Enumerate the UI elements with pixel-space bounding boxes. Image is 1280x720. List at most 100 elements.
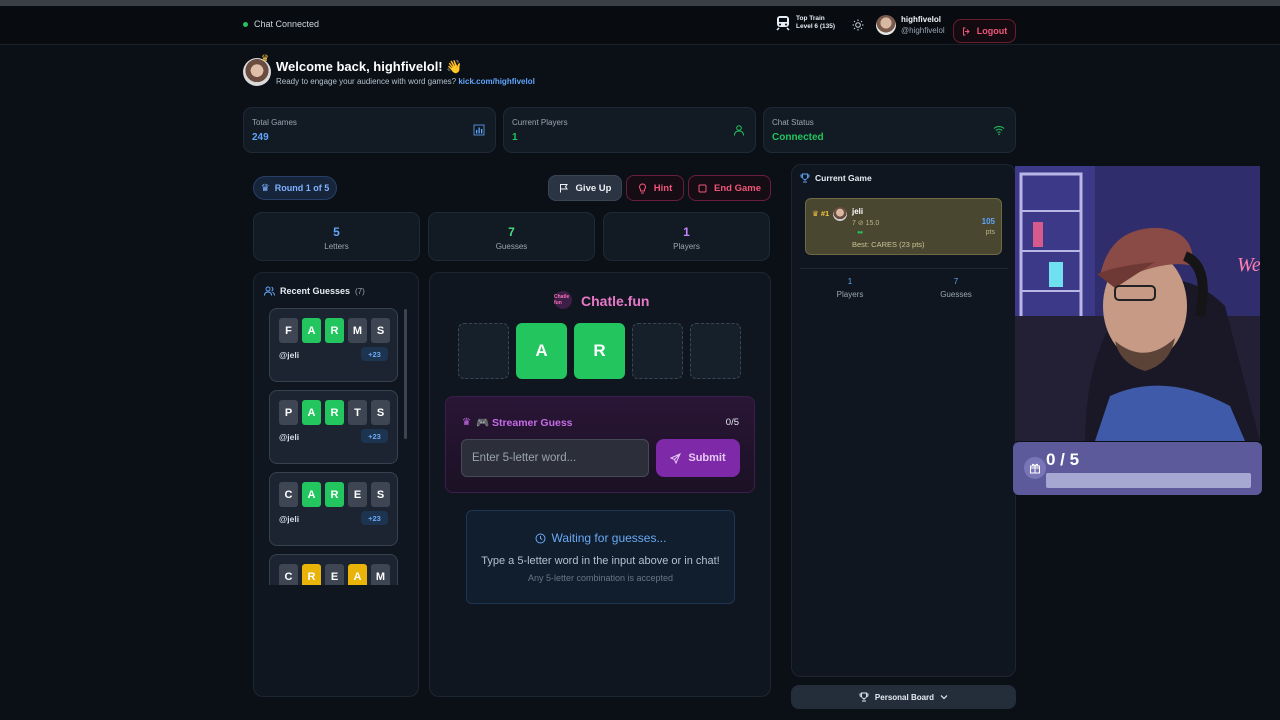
letter-tile: A — [348, 564, 367, 585]
leaderboard-player-card[interactable]: ♛ #1 jeli 7 ⊘ 15.0 ●● Best: CARES (23 pt… — [805, 198, 1002, 255]
stream-goal-overlay: 0 / 5 — [1013, 442, 1262, 495]
letter-tile: F — [279, 318, 298, 343]
player-best-word: Best: CARES (23 pts) — [852, 240, 925, 249]
recent-guesses-count: (7) — [355, 286, 365, 296]
trophy-icon — [859, 692, 869, 702]
chat-status-label: Chat Connected — [254, 19, 320, 29]
players-label: Players — [673, 242, 700, 251]
train-title: Top Train — [796, 15, 825, 22]
guess-card: P A R T S @jeli +23 — [269, 390, 398, 464]
wifi-icon — [993, 125, 1005, 136]
guess-user: @jeli — [279, 432, 300, 442]
letters-label: Letters — [324, 242, 349, 251]
player-stats: 7 ⊘ 15.0 — [852, 220, 880, 227]
letter-tile: T — [348, 400, 367, 425]
player-avatar — [833, 207, 847, 221]
guess-card: C A R E S @jeli +23 — [269, 472, 398, 546]
stat-value: 1 — [512, 132, 518, 143]
guess-tiles: PARTS — [279, 400, 390, 425]
logout-button[interactable]: Logout — [953, 19, 1016, 43]
board-tile: R — [574, 323, 625, 379]
board-tile — [690, 323, 741, 379]
guess-user: @jeli — [279, 350, 300, 360]
hint-button[interactable]: Hint — [626, 175, 684, 201]
players-count-label: Players — [836, 290, 864, 299]
guess-tiles: FARMS — [279, 318, 390, 343]
stat-label: Current Players — [512, 118, 568, 127]
end-game-button[interactable]: End Game — [688, 175, 771, 201]
chat-connection-status: Chat Connected — [243, 19, 319, 29]
streamer-guess-header: ♛ 🎮 Streamer Guess — [462, 416, 573, 429]
brand-title: Chatle.fun — [581, 293, 650, 309]
letter-tile: P — [279, 400, 298, 425]
letters-stat-card: 5 Letters — [253, 212, 420, 261]
gift-icon — [1024, 457, 1046, 479]
letter-tile: A — [302, 318, 321, 343]
players-count: 1 — [847, 277, 853, 286]
crown-icon: ♛ — [462, 417, 471, 428]
train-level: Level 6 (135) — [796, 23, 836, 30]
welcome-subtitle-text: Ready to engage your audience with word … — [276, 77, 457, 86]
letter-tile: C — [279, 482, 298, 507]
player-points-label: pts — [985, 229, 995, 236]
submit-button[interactable]: Submit — [656, 439, 740, 477]
divider — [800, 268, 1008, 269]
theme-toggle-sun-icon[interactable] — [852, 19, 864, 31]
guess-points-badge: +23 — [361, 429, 388, 443]
board-tile — [632, 323, 683, 379]
guesses-count-label: Guesses — [940, 290, 972, 299]
guess-card: F A R M S @jeli +23 — [269, 308, 398, 382]
guess-tiles: CREAM — [279, 564, 390, 585]
give-up-button[interactable]: Give Up — [548, 175, 622, 201]
username: highfivelol — [901, 15, 941, 24]
submit-label: Submit — [688, 452, 726, 464]
round-indicator: ♛ Round 1 of 5 — [253, 176, 337, 200]
streamer-guess-title: 🎮 Streamer Guess — [475, 417, 573, 429]
top-train-badge[interactable]: Top Train Level 6 (135) — [776, 15, 835, 31]
guesses-stat-card: 7 Guesses — [428, 212, 595, 261]
stop-square-icon — [698, 184, 707, 192]
bar-chart-icon — [473, 124, 485, 136]
word-input[interactable] — [461, 439, 649, 477]
user-avatar[interactable] — [876, 15, 896, 35]
board-tile: A — [516, 323, 567, 379]
guess-user: @jeli — [279, 514, 300, 524]
users-icon — [264, 286, 275, 296]
word-board: AR — [458, 323, 741, 379]
recent-guesses-list[interactable]: F A R M S @jeli +23 P A R T S @jeli +23 C A R E S @jeli +23 C… — [266, 308, 404, 585]
crown-icon: ♛ — [260, 182, 270, 194]
stat-value: 249 — [252, 132, 269, 143]
webcam-feed: We — [1015, 166, 1260, 441]
clock-icon — [535, 533, 546, 543]
channel-link[interactable]: kick.com/highfivelol — [458, 77, 534, 86]
letter-tile: R — [325, 400, 344, 425]
guess-card: CREAM@jeli+23 — [269, 554, 398, 585]
player-name: jeli — [852, 207, 864, 216]
goal-progress-bar — [1046, 473, 1251, 488]
send-icon — [670, 452, 682, 464]
current-game-header: Current Game — [800, 173, 872, 183]
guesses-count: 7 — [953, 277, 959, 286]
chatle-logo: Chatle fun — [554, 291, 572, 309]
guesses-label: Guesses — [495, 242, 528, 251]
streamer-guess-count: 0/5 — [725, 417, 739, 428]
letter-tile: E — [348, 482, 367, 507]
waiting-text: Type a 5-letter word in the input above … — [481, 555, 720, 567]
letter-tile: A — [302, 400, 321, 425]
letter-tile: C — [279, 564, 298, 585]
guesses-scrollbar[interactable] — [404, 309, 407, 439]
end-game-label: End Game — [714, 182, 761, 194]
waiting-message: Waiting for guesses... Type a 5-letter w… — [466, 510, 735, 604]
flag-icon — [559, 184, 568, 193]
welcome-subtitle: Ready to engage your audience with word … — [276, 77, 535, 86]
personal-board-toggle[interactable]: Personal Board — [791, 685, 1016, 709]
letter-tile: R — [325, 318, 344, 343]
letter-tile: S — [371, 482, 390, 507]
player-rank: ♛ #1 — [812, 209, 830, 218]
logout-label: Logout — [976, 26, 1008, 36]
welcome-title: Welcome back, highfivelol! 👋 — [276, 59, 463, 74]
current-game-title: Current Game — [815, 173, 872, 183]
letter-tile: M — [348, 318, 367, 343]
stat-label: Total Games — [252, 118, 297, 127]
hint-label: Hint — [653, 182, 673, 194]
